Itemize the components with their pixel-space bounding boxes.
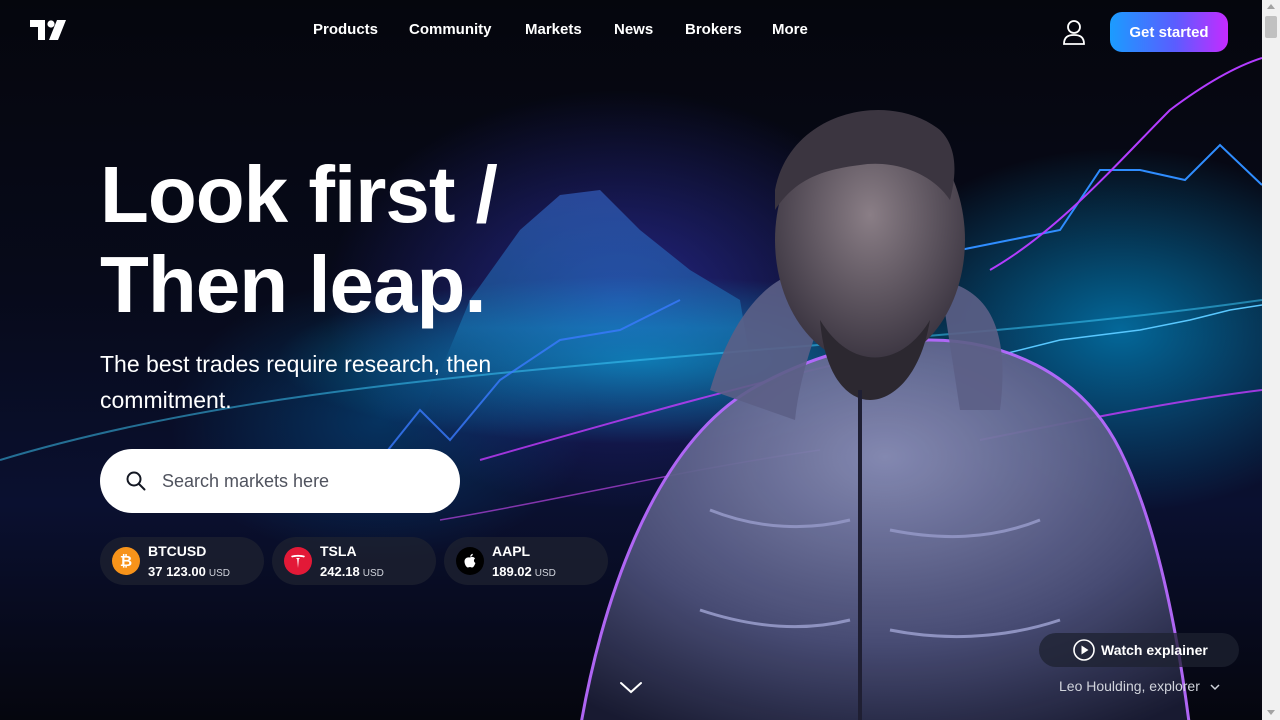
nav-markets[interactable]: Markets xyxy=(525,21,582,38)
explorer-portrait-image xyxy=(580,110,1191,720)
nav-brokers[interactable]: Brokers xyxy=(685,21,742,38)
ticker-price: 37 123.00 USD xyxy=(148,564,230,579)
headline-line-1: Look first / xyxy=(100,150,498,239)
ticker-tsla[interactable]: TSLA 242.18 USD xyxy=(272,537,436,585)
ticker-symbol: AAPL xyxy=(492,543,531,559)
nav-news[interactable]: News xyxy=(614,21,653,38)
ticker-symbol: BTCUSD xyxy=(148,543,207,559)
scroll-up-arrow-icon[interactable] xyxy=(1267,4,1275,9)
ticker-aapl[interactable]: AAPL 189.02 USD xyxy=(444,537,608,585)
tesla-icon xyxy=(284,547,312,575)
hero-subtitle: The best trades require research, then c… xyxy=(100,351,492,413)
scroll-down-chevron-icon[interactable] xyxy=(619,680,643,696)
ticker-btcusd[interactable]: ₿ BTCUSD 37 123.00 USD xyxy=(100,537,264,585)
ticker-price: 189.02 USD xyxy=(492,564,556,579)
scroll-down-arrow-icon[interactable] xyxy=(1267,710,1275,715)
page-scrollbar[interactable] xyxy=(1262,0,1280,720)
user-icon[interactable] xyxy=(1062,19,1086,45)
scroll-thumb[interactable] xyxy=(1265,16,1277,38)
top-navigation: Products Community Markets News Brokers … xyxy=(0,0,1262,64)
ticker-symbol: TSLA xyxy=(320,543,357,559)
watch-explainer-button[interactable]: Watch explainer xyxy=(1039,633,1239,667)
market-search-box[interactable] xyxy=(100,449,460,513)
ticker-price: 242.18 USD xyxy=(320,564,384,579)
photo-credit[interactable]: Leo Houlding, explorer xyxy=(1059,678,1220,694)
photo-credit-label: Leo Houlding, explorer xyxy=(1059,678,1200,694)
nav-community[interactable]: Community xyxy=(409,21,492,38)
nav-products[interactable]: Products xyxy=(313,21,378,38)
bitcoin-icon: ₿ xyxy=(112,547,140,575)
hero-headline: Look first / Then leap. xyxy=(100,150,498,330)
search-input[interactable] xyxy=(160,469,424,493)
play-icon xyxy=(1073,639,1095,661)
nav-more[interactable]: More xyxy=(772,21,808,38)
watch-explainer-label: Watch explainer xyxy=(1101,642,1208,658)
search-icon xyxy=(126,471,146,491)
get-started-button[interactable]: Get started xyxy=(1110,12,1228,52)
tradingview-logo-icon[interactable] xyxy=(30,20,70,42)
svg-text:₿: ₿ xyxy=(120,552,132,570)
apple-icon xyxy=(456,547,484,575)
headline-line-2: Then leap. xyxy=(100,240,487,329)
chevron-down-icon xyxy=(1210,684,1220,691)
